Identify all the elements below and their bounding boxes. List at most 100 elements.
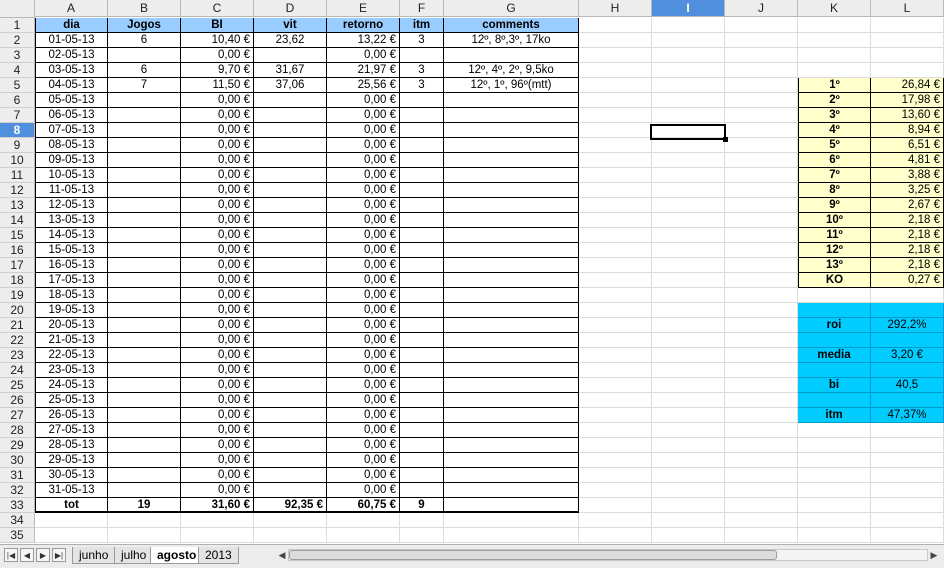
cell-jogos[interactable] bbox=[108, 168, 181, 183]
cell-jogos[interactable] bbox=[108, 393, 181, 408]
cell-comments[interactable] bbox=[444, 198, 579, 213]
cell-b35[interactable] bbox=[108, 528, 181, 543]
cell-dia[interactable]: 29-05-13 bbox=[35, 453, 108, 468]
cell-comments[interactable] bbox=[444, 213, 579, 228]
cell-jogos[interactable] bbox=[108, 228, 181, 243]
cell-h35[interactable] bbox=[579, 528, 652, 543]
cell-itm[interactable] bbox=[400, 363, 444, 378]
total-itm[interactable]: 9 bbox=[400, 498, 444, 513]
cell-dia[interactable]: 04-05-13 bbox=[35, 78, 108, 93]
cell-retorno[interactable]: 0,00 € bbox=[327, 378, 400, 393]
row-header-8[interactable]: 8 bbox=[0, 123, 35, 138]
cell-h3[interactable] bbox=[579, 48, 652, 63]
cell-k29[interactable] bbox=[798, 438, 871, 453]
cell-i23[interactable] bbox=[652, 348, 725, 363]
cell-dia[interactable]: 15-05-13 bbox=[35, 243, 108, 258]
cell-i1[interactable] bbox=[652, 18, 725, 33]
cell-j19[interactable] bbox=[725, 288, 798, 303]
row-header-21[interactable]: 21 bbox=[0, 318, 35, 333]
cell-i13[interactable] bbox=[652, 198, 725, 213]
prize-position[interactable]: 2º bbox=[798, 93, 871, 108]
cell-vit[interactable] bbox=[254, 348, 327, 363]
row-header-24[interactable]: 24 bbox=[0, 363, 35, 378]
cell-dia[interactable]: 27-05-13 bbox=[35, 423, 108, 438]
cell-h23[interactable] bbox=[579, 348, 652, 363]
prize-position[interactable]: 13º bbox=[798, 258, 871, 273]
row-header-29[interactable]: 29 bbox=[0, 438, 35, 453]
cell-l34[interactable] bbox=[871, 513, 944, 528]
cell-h21[interactable] bbox=[579, 318, 652, 333]
cell-retorno[interactable]: 0,00 € bbox=[327, 423, 400, 438]
cell-bi[interactable]: 0,00 € bbox=[181, 243, 254, 258]
stat-value[interactable]: 292,2% bbox=[871, 318, 944, 333]
cell-dia[interactable]: 22-05-13 bbox=[35, 348, 108, 363]
cell-dia[interactable]: 08-05-13 bbox=[35, 138, 108, 153]
scroll-thumb[interactable] bbox=[289, 550, 777, 560]
row-header-30[interactable]: 30 bbox=[0, 453, 35, 468]
cell-comments[interactable] bbox=[444, 183, 579, 198]
cell-retorno[interactable]: 0,00 € bbox=[327, 348, 400, 363]
cell-i32[interactable] bbox=[652, 483, 725, 498]
cell-l29[interactable] bbox=[871, 438, 944, 453]
stat-value[interactable] bbox=[871, 393, 944, 408]
cell-jogos[interactable] bbox=[108, 453, 181, 468]
cell-bi[interactable]: 0,00 € bbox=[181, 198, 254, 213]
cell-retorno[interactable]: 0,00 € bbox=[327, 333, 400, 348]
prize-position[interactable]: 5º bbox=[798, 138, 871, 153]
cell-bi[interactable]: 0,00 € bbox=[181, 48, 254, 63]
cell-k3[interactable] bbox=[798, 48, 871, 63]
cell-vit[interactable] bbox=[254, 153, 327, 168]
cell-bi[interactable]: 0,00 € bbox=[181, 93, 254, 108]
cell-itm[interactable] bbox=[400, 213, 444, 228]
row-header-19[interactable]: 19 bbox=[0, 288, 35, 303]
cell-i24[interactable] bbox=[652, 363, 725, 378]
cell-k31[interactable] bbox=[798, 468, 871, 483]
cell-j7[interactable] bbox=[725, 108, 798, 123]
stat-label[interactable]: roi bbox=[798, 318, 871, 333]
cell-h17[interactable] bbox=[579, 258, 652, 273]
cell-i20[interactable] bbox=[652, 303, 725, 318]
cell-jogos[interactable] bbox=[108, 303, 181, 318]
cell-comments[interactable]: 12º, 1º, 96º(mtt) bbox=[444, 78, 579, 93]
cell-k2[interactable] bbox=[798, 33, 871, 48]
cell-retorno[interactable]: 0,00 € bbox=[327, 93, 400, 108]
cell-j30[interactable] bbox=[725, 453, 798, 468]
cell-h19[interactable] bbox=[579, 288, 652, 303]
row-header-32[interactable]: 32 bbox=[0, 483, 35, 498]
cell-itm[interactable] bbox=[400, 108, 444, 123]
row-header-2[interactable]: 2 bbox=[0, 33, 35, 48]
cell-retorno[interactable]: 0,00 € bbox=[327, 453, 400, 468]
cell-j26[interactable] bbox=[725, 393, 798, 408]
row-header-16[interactable]: 16 bbox=[0, 243, 35, 258]
prize-position[interactable]: 9º bbox=[798, 198, 871, 213]
cell-j10[interactable] bbox=[725, 153, 798, 168]
prize-value[interactable]: 17,98 € bbox=[871, 93, 944, 108]
cell-g35[interactable] bbox=[444, 528, 579, 543]
cell-itm[interactable] bbox=[400, 138, 444, 153]
cell-vit[interactable] bbox=[254, 273, 327, 288]
cell-h33[interactable] bbox=[579, 498, 652, 513]
cell-bi[interactable]: 0,00 € bbox=[181, 378, 254, 393]
cell-jogos[interactable]: 7 bbox=[108, 78, 181, 93]
cell-retorno[interactable]: 13,22 € bbox=[327, 33, 400, 48]
cell-l35[interactable] bbox=[871, 528, 944, 543]
stat-value[interactable]: 3,20 € bbox=[871, 348, 944, 363]
cell-vit[interactable] bbox=[254, 138, 327, 153]
cell-j1[interactable] bbox=[725, 18, 798, 33]
stat-label[interactable]: bi bbox=[798, 378, 871, 393]
cell-l1[interactable] bbox=[871, 18, 944, 33]
cell-retorno[interactable]: 0,00 € bbox=[327, 468, 400, 483]
cell-comments[interactable] bbox=[444, 258, 579, 273]
cell-j14[interactable] bbox=[725, 213, 798, 228]
cell-retorno[interactable]: 0,00 € bbox=[327, 183, 400, 198]
cell-l4[interactable] bbox=[871, 63, 944, 78]
row-header-17[interactable]: 17 bbox=[0, 258, 35, 273]
cell-i10[interactable] bbox=[652, 153, 725, 168]
cell-k30[interactable] bbox=[798, 453, 871, 468]
column-header-e[interactable]: E bbox=[327, 0, 400, 17]
cell-j23[interactable] bbox=[725, 348, 798, 363]
cell-retorno[interactable]: 0,00 € bbox=[327, 228, 400, 243]
cell-k32[interactable] bbox=[798, 483, 871, 498]
cell-j4[interactable] bbox=[725, 63, 798, 78]
cell-i27[interactable] bbox=[652, 408, 725, 423]
